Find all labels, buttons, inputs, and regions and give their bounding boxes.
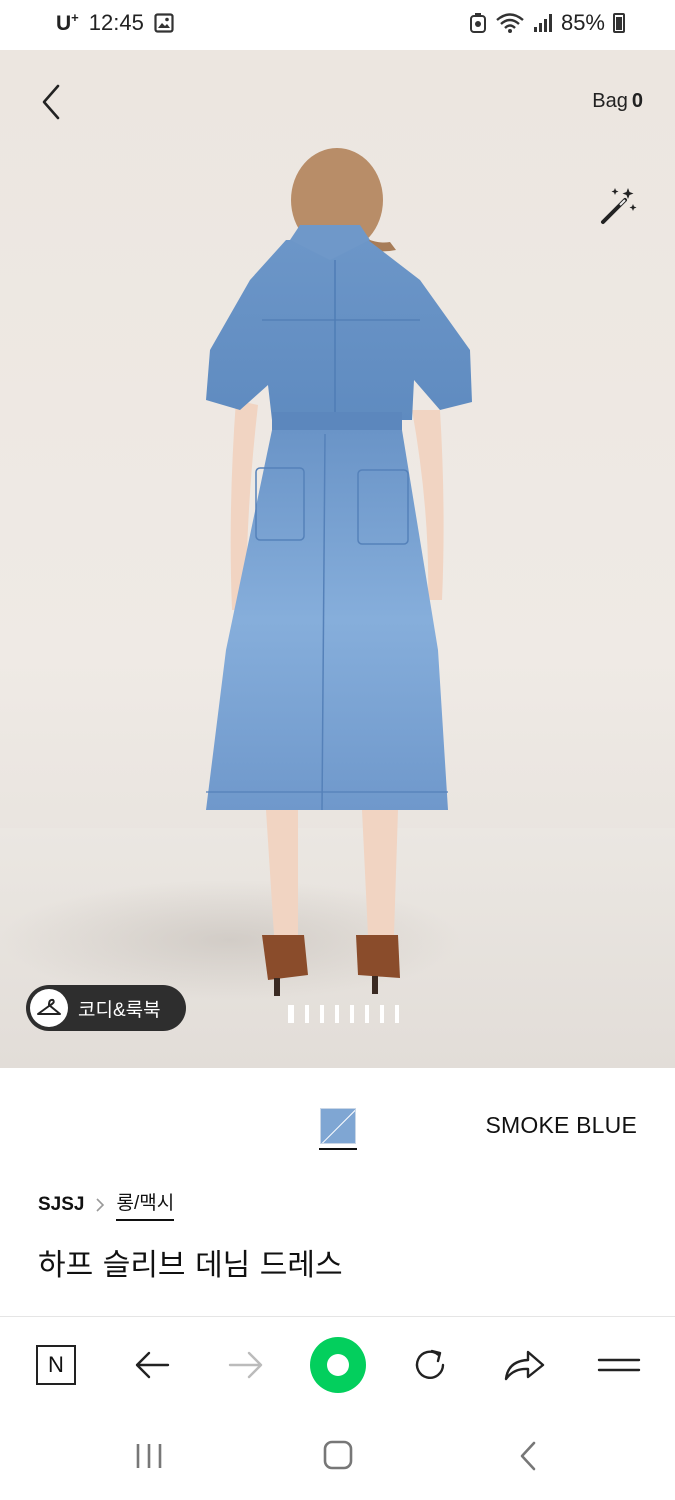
color-swatch-smoke-blue[interactable] [320, 1108, 356, 1144]
browser-back-button[interactable] [126, 1339, 178, 1391]
arrow-left-icon [135, 1351, 170, 1379]
wifi-icon [496, 13, 524, 33]
pager-dot[interactable] [365, 1005, 369, 1023]
coordi-lookbook-label: 코디&룩북 [78, 999, 161, 1021]
recent-apps-icon[interactable] [130, 1440, 170, 1472]
status-right: 85% [469, 10, 625, 36]
pager-dot[interactable] [395, 1005, 399, 1023]
battery-icon [613, 13, 625, 33]
gallery-notification-icon [154, 13, 174, 33]
naver-icon: N [36, 1345, 76, 1385]
browser-forward-button[interactable] [220, 1339, 272, 1391]
browser-toolbar: N [0, 1316, 675, 1412]
system-navigation-bar [0, 1412, 675, 1500]
carrier-label: U+ [56, 10, 79, 35]
coordi-lookbook-button[interactable]: 코디&룩북 [26, 985, 186, 1031]
share-button[interactable] [498, 1339, 550, 1391]
hanger-icon [30, 989, 68, 1027]
arrow-right-icon [228, 1351, 263, 1379]
product-photo-model [0, 148, 472, 1000]
magic-wand-icon[interactable] [595, 184, 639, 228]
clock: 12:45 [88, 10, 144, 35]
pager-dot[interactable] [350, 1005, 354, 1023]
alarm-icon [469, 13, 486, 33]
bag-label: Bag [592, 90, 628, 112]
product-image-carousel[interactable]: Bag 0 코디&룩북 [0, 50, 675, 1068]
refresh-icon [415, 1349, 445, 1379]
status-left: U+ 12:45 [56, 10, 174, 36]
brand-link[interactable]: SJSJ [38, 1194, 84, 1216]
signal-icon [533, 14, 552, 32]
menu-icon [597, 1358, 641, 1372]
chevron-right-icon [96, 1197, 105, 1212]
category-link[interactable]: 롱/맥시 [116, 1188, 175, 1221]
pager-dot[interactable] [380, 1005, 384, 1023]
pager-dot[interactable] [335, 1005, 339, 1023]
image-pager [288, 1005, 399, 1023]
selected-swatch-indicator [319, 1148, 357, 1150]
menu-button[interactable] [593, 1339, 645, 1391]
color-name: SMOKE BLUE [485, 1112, 637, 1138]
bag-count: 0 [631, 90, 643, 112]
system-back-icon[interactable] [508, 1440, 548, 1472]
bag-button[interactable]: Bag 0 [592, 90, 643, 113]
home-icon[interactable] [318, 1440, 358, 1472]
naver-button[interactable]: N [30, 1339, 82, 1391]
share-icon [504, 1350, 545, 1381]
refresh-button[interactable] [404, 1339, 456, 1391]
pager-dot[interactable] [288, 1005, 294, 1023]
browser-home-button[interactable] [308, 1337, 368, 1393]
pager-dot[interactable] [320, 1005, 324, 1023]
color-selector: SMOKE BLUE [0, 1068, 675, 1178]
breadcrumb: SJSJ 롱/맥시 [38, 1188, 175, 1221]
status-bar: U+ 12:45 85% [0, 0, 675, 50]
battery-percent: 85% [560, 10, 605, 35]
naver-home-icon [310, 1337, 366, 1393]
back-arrow-icon[interactable] [32, 78, 72, 126]
pager-dot[interactable] [305, 1005, 309, 1023]
product-title: 하프 슬리브 데님 드레스 [38, 1248, 343, 1283]
